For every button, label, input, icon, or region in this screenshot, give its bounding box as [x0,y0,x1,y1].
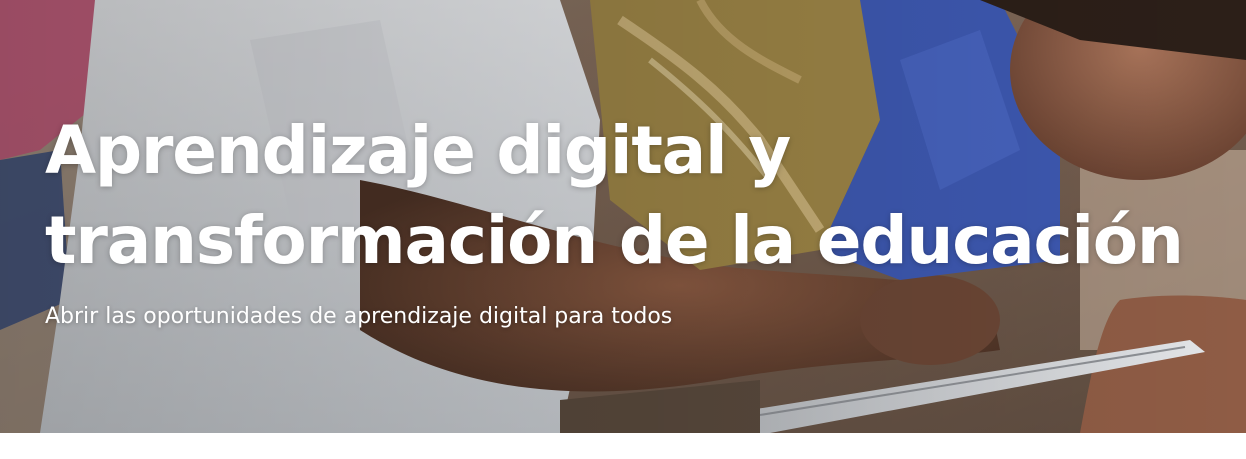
hero-title-line-2: transformación de la educación [45,202,1184,279]
page: Aprendizaje digital y transformación de … [0,0,1246,459]
page-bottom-strip [0,433,1246,459]
hero-subtitle: Abrir las oportunidades de aprendizaje d… [45,304,673,329]
hero-banner: Aprendizaje digital y transformación de … [0,0,1246,433]
hero-title: Aprendizaje digital y transformación de … [45,106,1225,286]
hero-title-line-1: Aprendizaje digital y [45,112,791,189]
